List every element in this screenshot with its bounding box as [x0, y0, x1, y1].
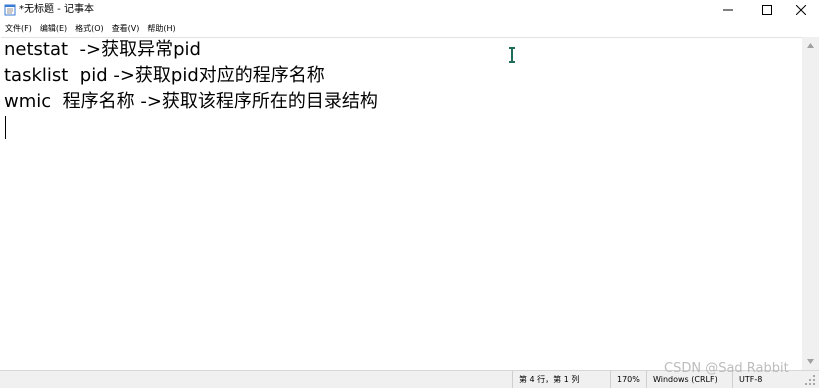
menu-view[interactable]: 查看(V) [108, 22, 144, 36]
ibeam-cursor-icon [509, 47, 515, 63]
text-editor-area[interactable]: netstat ->获取异常pid tasklist pid ->获取pid对应… [1, 37, 802, 371]
menu-help[interactable]: 帮助(H) [143, 22, 179, 36]
title-bar[interactable]: *无标题 - 记事本 [0, 0, 819, 20]
close-icon [796, 5, 806, 15]
close-button[interactable] [783, 0, 819, 20]
window-title: *无标题 - 记事本 [19, 4, 94, 15]
watermark-text: CSDN @Sad Rabbit [664, 361, 789, 376]
vertical-scrollbar[interactable] [802, 37, 819, 370]
menu-format[interactable]: 格式(O) [71, 22, 108, 36]
maximize-icon [762, 5, 772, 15]
resize-grip-icon[interactable] [803, 373, 817, 387]
editor-line: wmic 程序名称 ->获取该程序所在的目录结构 [4, 91, 378, 112]
text-caret [5, 116, 6, 139]
menu-bar: 文件(F) 编辑(E) 格式(O) 查看(V) 帮助(H) [0, 20, 819, 37]
notepad-app-icon [4, 4, 16, 16]
notepad-window: *无标题 - 记事本 文件(F) 编辑(E) 格式(O) 查看(V) 帮助(H)… [0, 0, 819, 388]
scroll-down-icon [807, 359, 814, 364]
scroll-down-button[interactable] [802, 353, 819, 370]
status-cursor-position: 第 4 行，第 1 列 [512, 371, 611, 388]
minimize-icon [723, 9, 733, 11]
minimize-button[interactable] [710, 0, 746, 20]
maximize-button[interactable] [749, 0, 785, 20]
editor-line: netstat ->获取异常pid [4, 39, 201, 60]
editor-line: tasklist pid ->获取pid对应的程序名称 [4, 65, 325, 86]
menu-file[interactable]: 文件(F) [0, 22, 36, 36]
scroll-up-icon [807, 43, 814, 48]
menu-edit[interactable]: 编辑(E) [36, 22, 71, 36]
scroll-up-button[interactable] [802, 37, 819, 54]
